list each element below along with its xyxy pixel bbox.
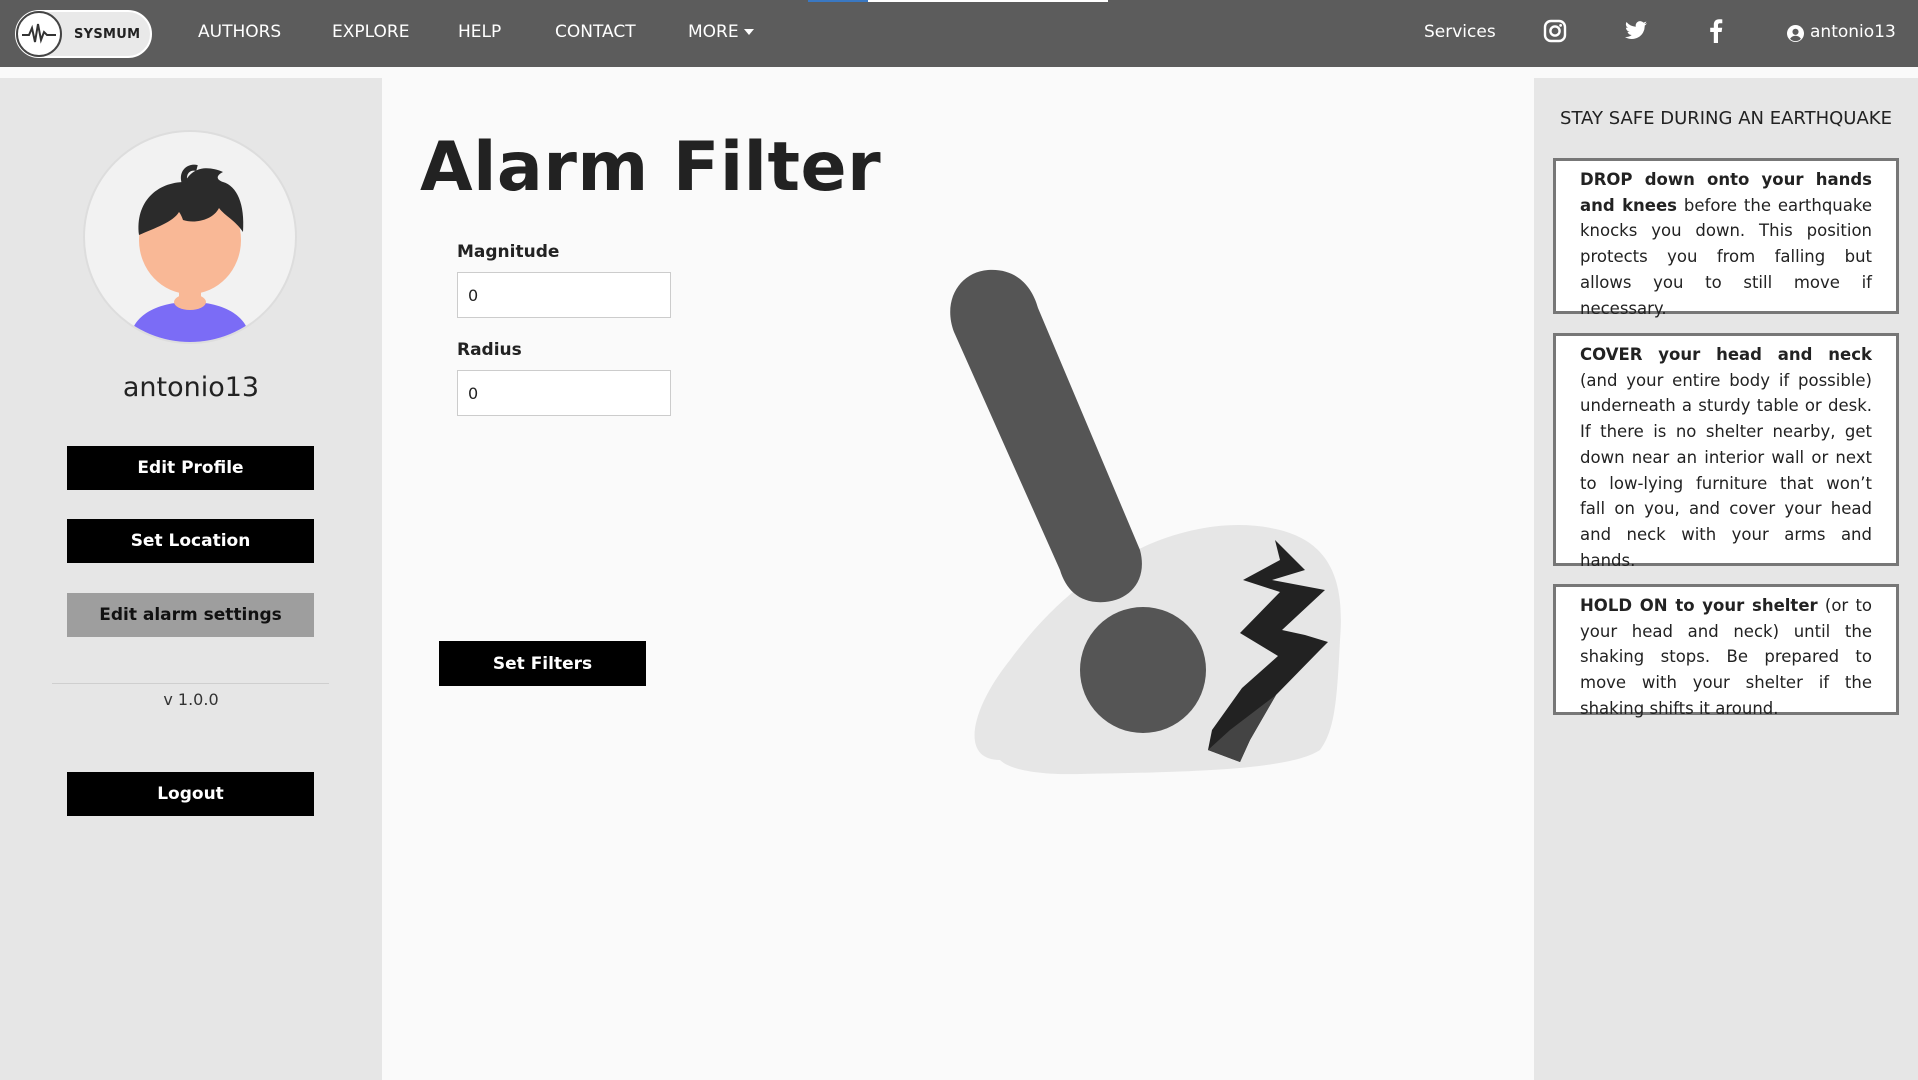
nav-explore[interactable]: EXPLORE (332, 22, 409, 42)
app-version: v 1.0.0 (163, 690, 219, 709)
logo-icon (16, 11, 62, 57)
tip-cover: COVER your head and neck (and your entir… (1553, 333, 1899, 570)
nav-more-label: MORE (688, 22, 739, 42)
magnitude-input[interactable] (457, 272, 671, 318)
nav-user[interactable]: antonio13 (1787, 22, 1896, 42)
page-title: Alarm Filter (420, 128, 882, 207)
logout-button[interactable]: Logout (67, 772, 314, 816)
nav-services[interactable]: Services (1424, 22, 1496, 42)
nav-username: antonio13 (1810, 22, 1896, 42)
user-circle-icon (1787, 24, 1804, 42)
instagram-icon[interactable] (1543, 19, 1567, 43)
earthquake-warning-illustration (950, 269, 1341, 775)
caret-down-icon (743, 29, 754, 35)
profile-username: antonio13 (122, 372, 260, 403)
tip-hold-bold: HOLD ON to your shelter (1580, 596, 1818, 615)
edit-profile-button[interactable]: Edit Profile (67, 446, 314, 490)
sidebar-divider (52, 683, 329, 684)
facebook-icon[interactable] (1709, 19, 1723, 43)
tip-cover-bold: COVER your head and neck (1580, 345, 1872, 364)
tip-hold: HOLD ON to your shelter (or to your head… (1553, 584, 1899, 718)
radius-label: Radius (457, 340, 522, 360)
nav-help[interactable]: HELP (458, 22, 501, 42)
nav-more[interactable]: MORE (688, 22, 755, 42)
nav-authors[interactable]: AUTHORS (198, 22, 281, 42)
logo[interactable]: SYSMUM (15, 10, 152, 58)
magnitude-label: Magnitude (457, 242, 560, 262)
radius-input[interactable] (457, 370, 671, 416)
avatar (85, 132, 295, 342)
loading-bar-progress (808, 0, 868, 2)
tip-cover-text: (and your entire body if possible) under… (1580, 370, 1872, 570)
edit-alarm-settings-button[interactable]: Edit alarm settings (67, 593, 314, 637)
set-filters-button[interactable]: Set Filters (439, 641, 646, 686)
safety-tips-title: STAY SAFE DURING AN EARTHQUAKE (1560, 108, 1892, 129)
logo-text: SYSMUM (74, 26, 141, 42)
tip-drop: DROP down onto your hands and knees befo… (1553, 158, 1899, 318)
set-location-button[interactable]: Set Location (67, 519, 314, 563)
twitter-icon[interactable] (1624, 21, 1648, 41)
nav-contact[interactable]: CONTACT (555, 22, 636, 42)
